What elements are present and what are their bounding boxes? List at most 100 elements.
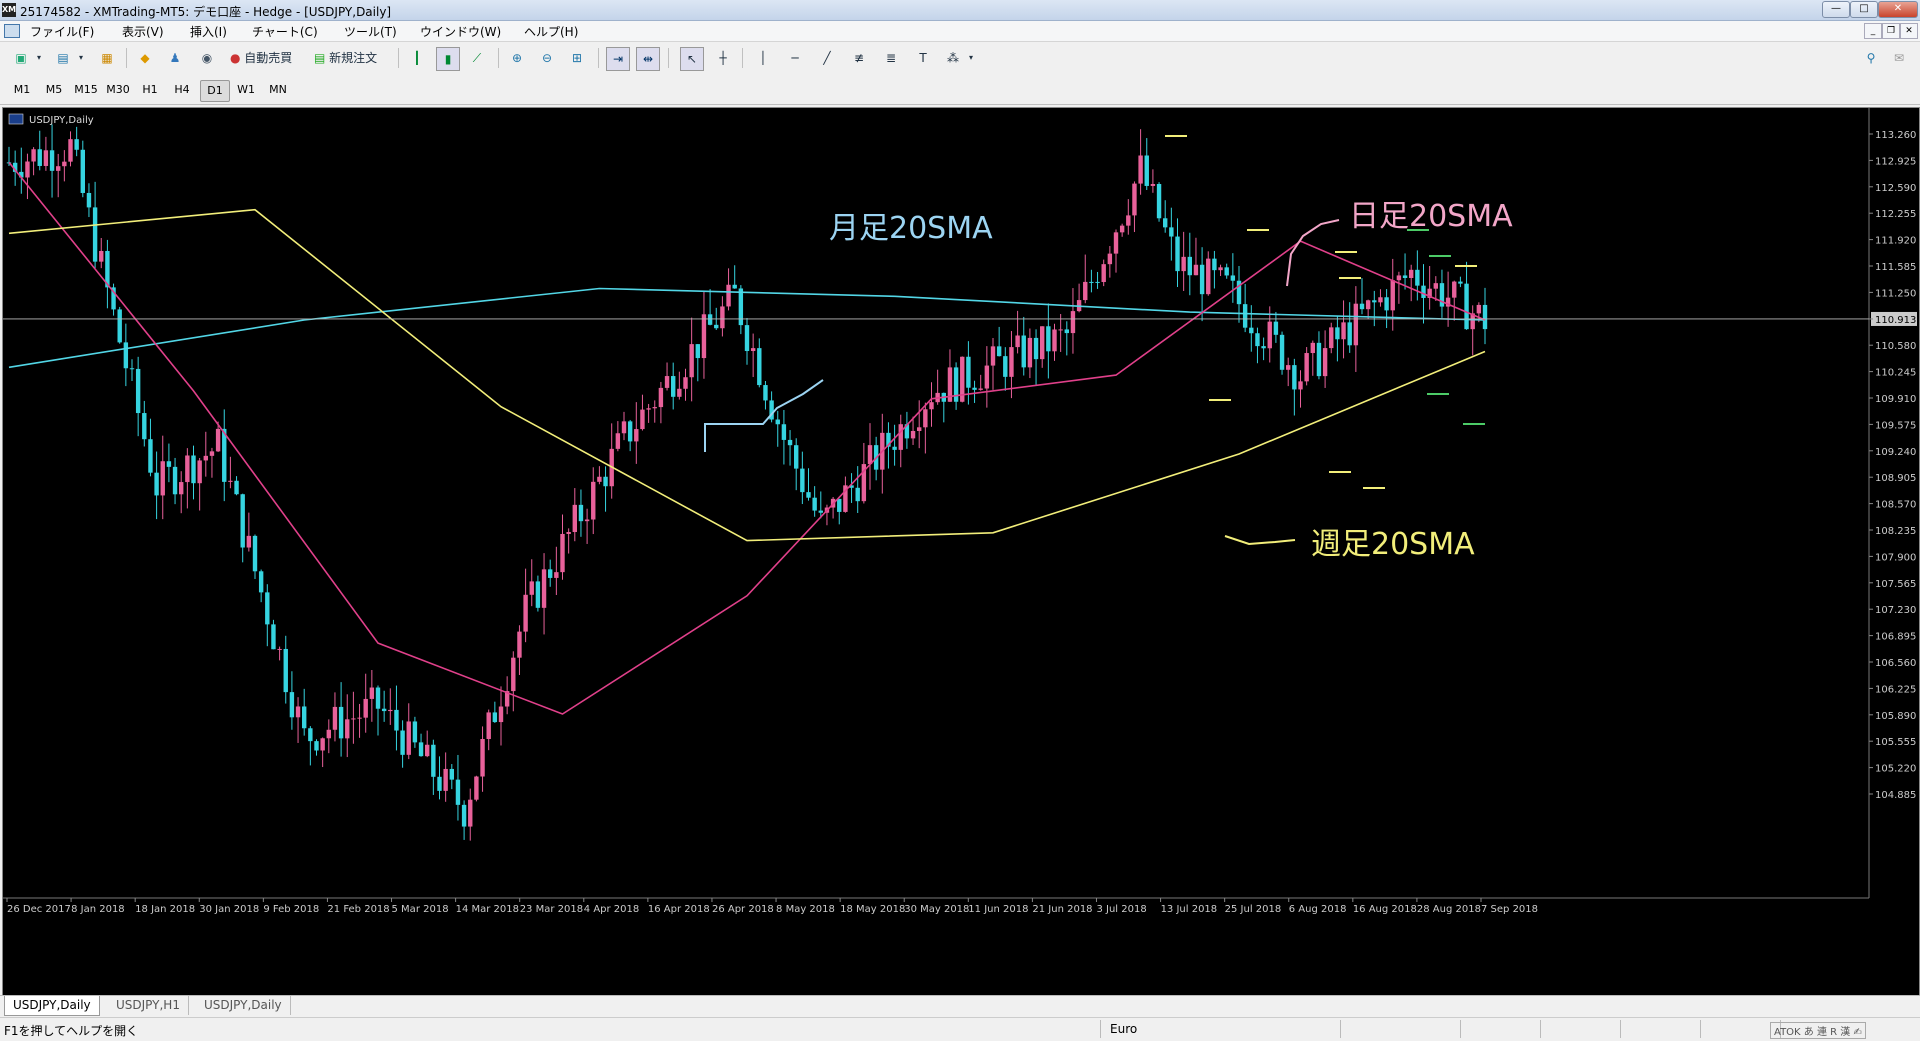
- candle: [1372, 300, 1377, 303]
- tab-usdjpy-daily[interactable]: USDJPY,Daily: [4, 996, 100, 1016]
- chat-icon[interactable]: ✉: [1888, 47, 1910, 69]
- line-chart-icon[interactable]: ⟋: [466, 47, 488, 69]
- zoom-in-icon[interactable]: ⊕: [506, 47, 528, 69]
- timeframe-m30[interactable]: M30: [104, 80, 132, 100]
- community-icon[interactable]: ♟: [164, 47, 186, 69]
- status-bar: F1を押してヘルプを開く Euro ATOK あ 連 R 漢 ✍: [0, 1017, 1920, 1041]
- candle: [1046, 326, 1051, 352]
- candle: [1009, 347, 1014, 377]
- bar-chart-icon[interactable]: ┃: [406, 47, 428, 69]
- new-order-button[interactable]: ▤ 新規注文: [314, 47, 390, 69]
- market-watch-icon[interactable]: ▦: [96, 47, 118, 69]
- shapes-icon[interactable]: ⁂: [942, 47, 964, 69]
- candle: [289, 692, 295, 718]
- search-icon[interactable]: ⚲: [1860, 47, 1882, 69]
- chart-window-icon[interactable]: [4, 24, 20, 38]
- date-tick-label: 6 Aug 2018: [1289, 904, 1347, 915]
- ime-indicator[interactable]: ATOK あ 連 R 漢 ✍: [1770, 1022, 1866, 1039]
- candle: [1095, 281, 1100, 283]
- zoom-out-icon[interactable]: ⊖: [536, 47, 558, 69]
- date-tick-label: 23 Mar 2018: [520, 904, 583, 915]
- close-button[interactable]: ✕: [1878, 1, 1918, 18]
- price-chart[interactable]: 113.260 112.925 112.590 112.255 111.920 111.5…: [3, 108, 1919, 995]
- maximize-button[interactable]: □: [1850, 1, 1878, 18]
- dropdown-arrow-icon[interactable]: ▾: [34, 47, 44, 69]
- candlestick-icon[interactable]: ▮: [436, 47, 460, 71]
- date-tick-label: 25 Jul 2018: [1225, 904, 1282, 915]
- timeframe-mn[interactable]: MN: [264, 80, 292, 100]
- timeframe-m5[interactable]: M5: [40, 80, 68, 100]
- candle: [1353, 303, 1359, 346]
- candle: [775, 419, 780, 425]
- timeframe-h1[interactable]: H1: [136, 80, 164, 100]
- date-tick-label: 30 Jan 2018: [199, 904, 259, 915]
- candle: [1083, 281, 1088, 301]
- tile-windows-icon[interactable]: ⊞: [566, 47, 588, 69]
- menu-help[interactable]: ヘルプ(H): [524, 23, 578, 40]
- chart-area[interactable]: 113.260 112.925 112.590 112.255 111.920 111.5…: [2, 107, 1920, 996]
- tab-usdjpy-daily-2[interactable]: USDJPY,Daily: [196, 996, 291, 1015]
- chart-shift-icon[interactable]: ⇹: [636, 47, 660, 71]
- date-tick-label: 8 Jan 2018: [71, 904, 125, 915]
- candle: [1187, 256, 1192, 276]
- timeframe-m15[interactable]: M15: [72, 80, 100, 100]
- date-tick-label: 16 Aug 2018: [1353, 904, 1417, 915]
- text-icon[interactable]: T: [912, 47, 934, 69]
- candle: [326, 729, 331, 739]
- title-bar: XM 25174582 - XMTrading-MT5: デモ口座 - Hedg…: [0, 0, 1920, 21]
- price-tick-label: 109.910: [1875, 394, 1916, 405]
- mdi-restore-icon[interactable]: ❐: [1882, 23, 1900, 39]
- timeframe-m1[interactable]: M1: [8, 80, 36, 100]
- cursor-icon[interactable]: ↖: [680, 47, 704, 71]
- candle: [332, 706, 338, 730]
- menu-file[interactable]: ファイル(F): [30, 23, 94, 40]
- trendline-icon[interactable]: ╱: [816, 47, 838, 69]
- candle: [1206, 258, 1211, 295]
- price-tick-label: 108.235: [1875, 526, 1916, 537]
- horizontal-line-icon[interactable]: ─: [784, 47, 806, 69]
- channel-icon[interactable]: ≢: [848, 47, 870, 69]
- candle: [62, 161, 67, 167]
- new-chart-icon[interactable]: ▣: [10, 47, 32, 69]
- menu-window[interactable]: ウインドウ(W): [420, 23, 501, 40]
- menu-chart[interactable]: チャート(C): [252, 23, 318, 40]
- menu-insert[interactable]: 挿入(I): [190, 23, 227, 40]
- vertical-line-icon[interactable]: │: [752, 47, 774, 69]
- candle: [714, 324, 719, 329]
- signals-icon[interactable]: ◉: [196, 47, 218, 69]
- timeframe-d1[interactable]: D1: [200, 80, 230, 102]
- candle: [996, 346, 1002, 357]
- mdi-minimize-icon[interactable]: _: [1864, 23, 1882, 39]
- candle: [437, 776, 442, 791]
- candle: [31, 149, 36, 162]
- timeframe-w1[interactable]: W1: [232, 80, 260, 100]
- crosshair-icon[interactable]: ┼: [712, 47, 734, 69]
- candle: [215, 428, 221, 452]
- annotation-daily-label: 日足20SMA: [1349, 199, 1513, 234]
- candle: [228, 480, 233, 482]
- candle: [86, 192, 92, 208]
- candle: [1249, 327, 1254, 334]
- timeframe-h4[interactable]: H4: [168, 80, 196, 100]
- tab-usdjpy-h1[interactable]: USDJPY,H1: [108, 996, 189, 1015]
- dropdown-arrow-icon[interactable]: ▾: [76, 47, 86, 69]
- auto-trade-button[interactable]: ● 自動売買: [230, 47, 302, 69]
- menu-tools[interactable]: ツール(T): [344, 23, 397, 40]
- candle: [523, 594, 528, 632]
- fibonacci-icon[interactable]: ≣: [880, 47, 902, 69]
- menu-view[interactable]: 表示(V): [122, 23, 164, 40]
- auto-scroll-icon[interactable]: ⇥: [606, 47, 630, 71]
- candle: [763, 385, 768, 401]
- candle: [664, 376, 670, 388]
- navigator-icon[interactable]: ◆: [134, 47, 156, 69]
- candle: [1021, 335, 1026, 368]
- mdi-close-icon[interactable]: ✕: [1900, 23, 1918, 39]
- candle: [744, 325, 750, 352]
- candle: [978, 388, 983, 390]
- candle: [480, 739, 485, 777]
- candle: [1335, 327, 1340, 340]
- candle: [1119, 225, 1125, 233]
- profiles-icon[interactable]: ▤: [52, 47, 74, 69]
- minimize-button[interactable]: —: [1822, 1, 1850, 18]
- dropdown-arrow-icon[interactable]: ▾: [966, 47, 976, 69]
